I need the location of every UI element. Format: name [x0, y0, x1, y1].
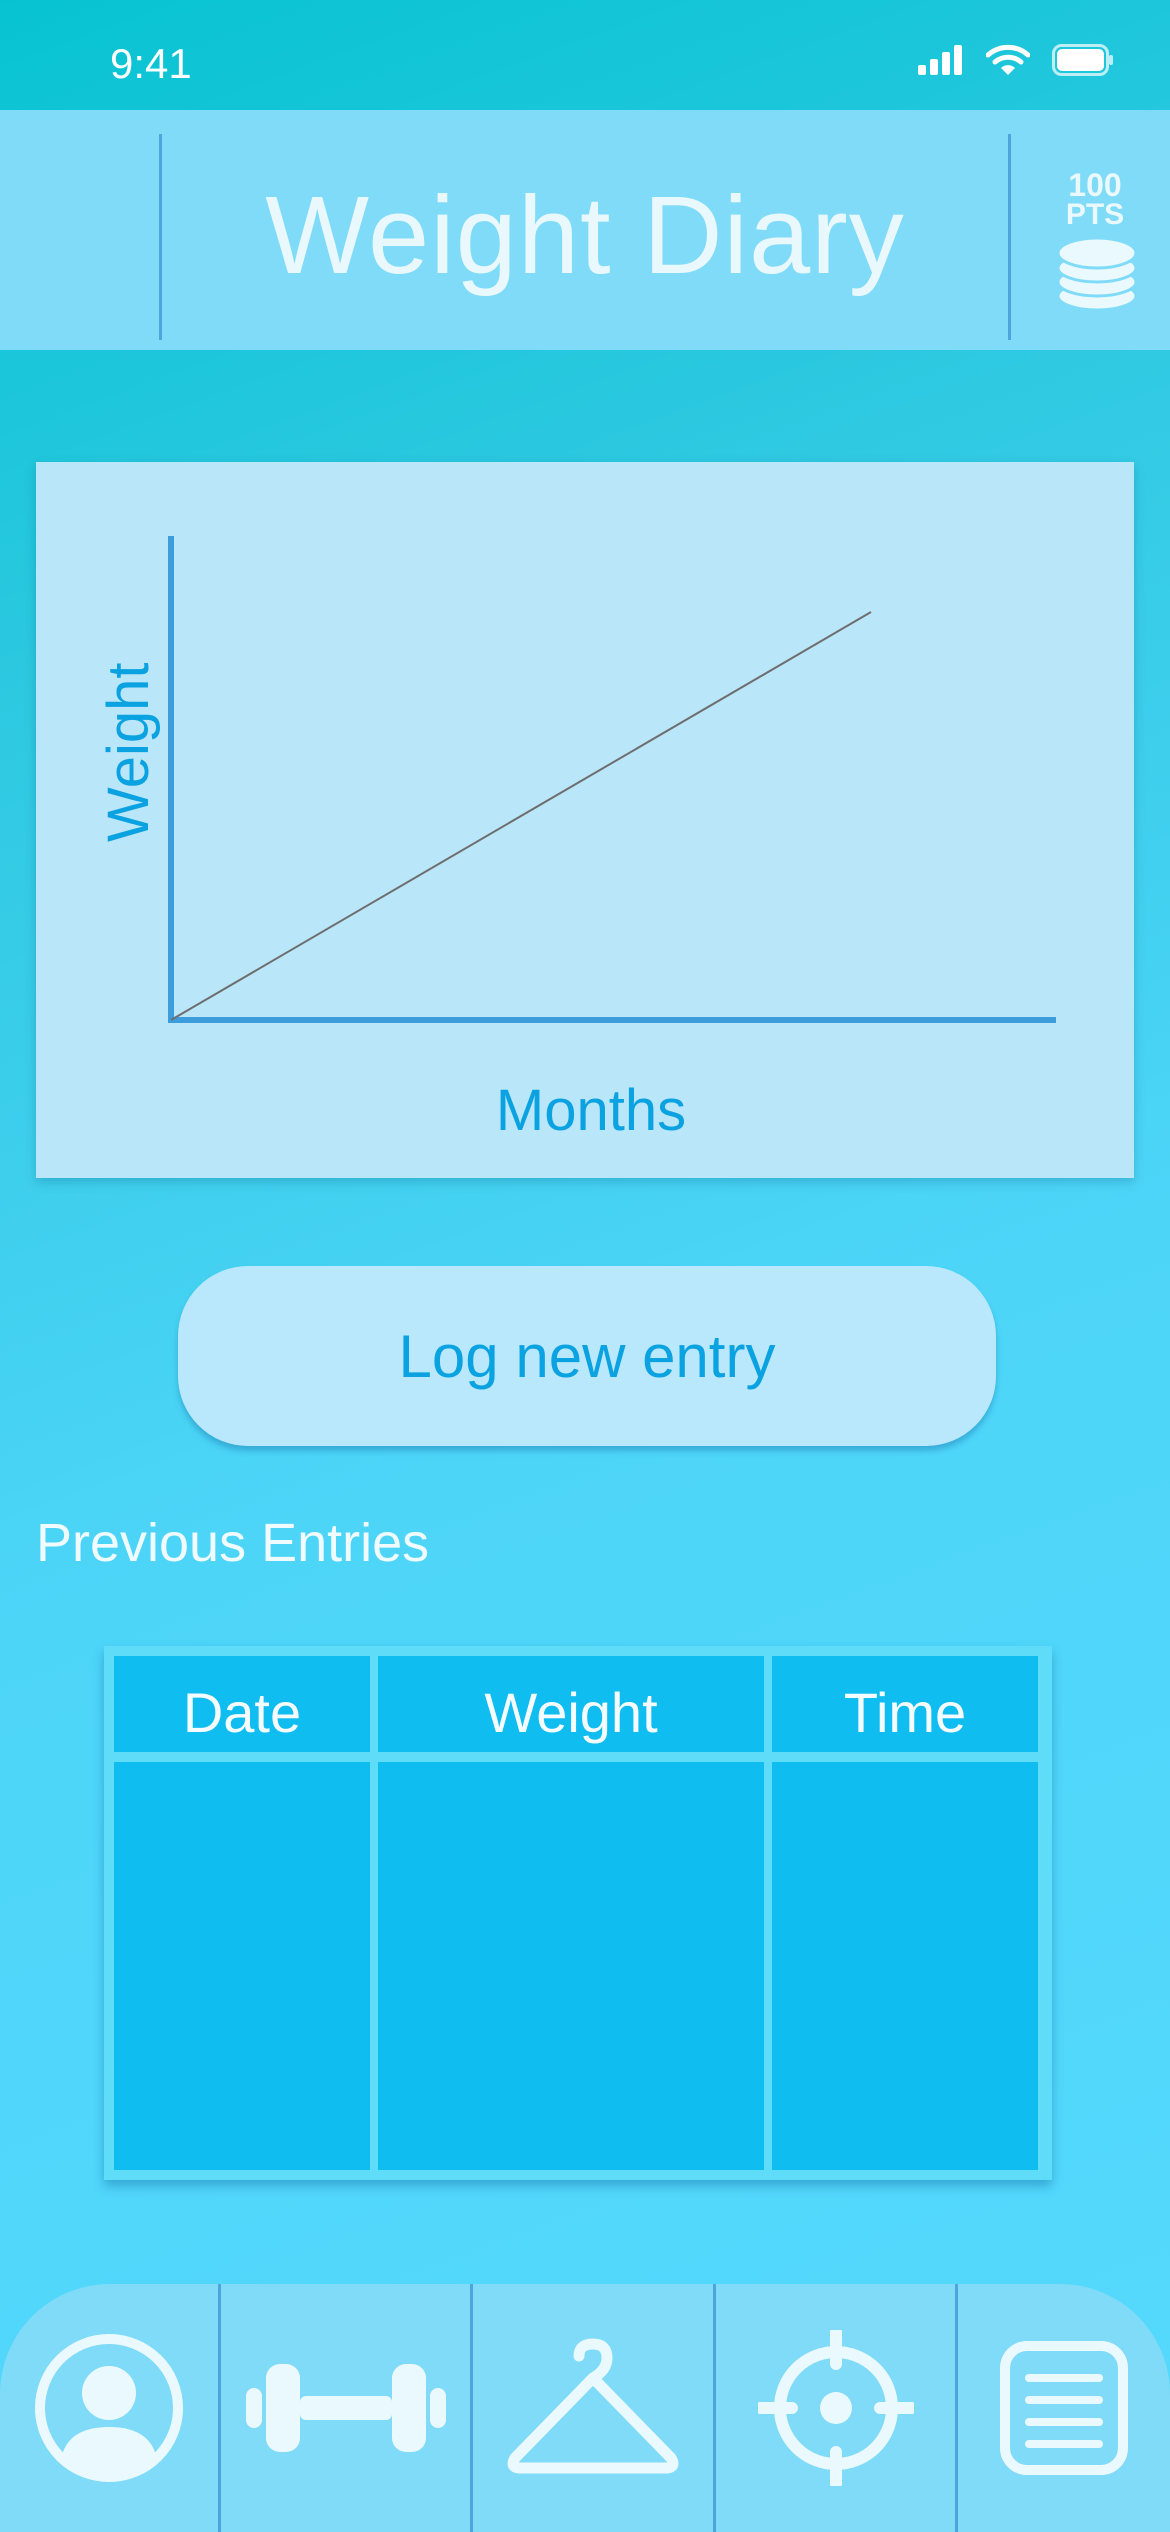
- nav-item-profile[interactable]: [0, 2284, 218, 2532]
- hanger-icon: [507, 2338, 679, 2474]
- table-header-date: Date: [114, 1656, 370, 1752]
- dumbbell-icon: [245, 2364, 446, 2452]
- entries-table: Date Weight Time: [104, 1646, 1052, 2180]
- nav-item-wardrobe[interactable]: [473, 2284, 713, 2532]
- log-new-entry-button[interactable]: Log new entry: [178, 1266, 996, 1446]
- bottom-nav: [0, 2284, 1170, 2532]
- y-axis-label: Weight: [96, 663, 161, 842]
- nav-item-menu[interactable]: [958, 2284, 1170, 2532]
- column-header-time: Time: [843, 1681, 967, 1744]
- coin-stack-icon: [1056, 236, 1138, 312]
- column-header-weight: Weight: [484, 1681, 658, 1744]
- points-unit: PTS: [1065, 198, 1125, 231]
- battery-icon: [1052, 44, 1113, 76]
- column-header-date: Date: [182, 1681, 302, 1744]
- page-title: Weight Diary: [265, 174, 905, 297]
- table-cell-date: [114, 1762, 370, 2170]
- status-time: 9:41: [110, 40, 192, 87]
- x-axis-label: Months: [496, 1078, 686, 1143]
- table-header-weight: Weight: [378, 1656, 764, 1752]
- table-cell-weight: [378, 1762, 764, 2170]
- points-badge[interactable]: 100 PTS: [1040, 167, 1150, 340]
- table-cell-time: [772, 1762, 1038, 2170]
- previous-entries-title: Previous Entries: [36, 1513, 430, 1573]
- points-value: 100: [1068, 167, 1122, 203]
- nav-item-goals[interactable]: [716, 2284, 955, 2532]
- status-icons: [918, 44, 1114, 76]
- weight-chart: Weight Months: [36, 462, 1134, 1178]
- series-line: [170, 611, 872, 1021]
- list-icon: [1000, 2341, 1128, 2475]
- app-header: Weight Diary 100 PTS: [0, 110, 1170, 350]
- nav-item-workout[interactable]: [221, 2284, 470, 2532]
- profile-icon: [35, 2334, 183, 2482]
- table-header-time: Time: [772, 1656, 1038, 1752]
- series-layer: [170, 611, 872, 1021]
- status-bar: 9:41: [0, 0, 1170, 110]
- chart-svg: Weight Months: [96, 536, 1056, 1143]
- wifi-icon: [986, 44, 1030, 75]
- header-divider: [1008, 134, 1011, 340]
- signal-icon: [918, 45, 962, 75]
- target-icon: [757, 2330, 914, 2486]
